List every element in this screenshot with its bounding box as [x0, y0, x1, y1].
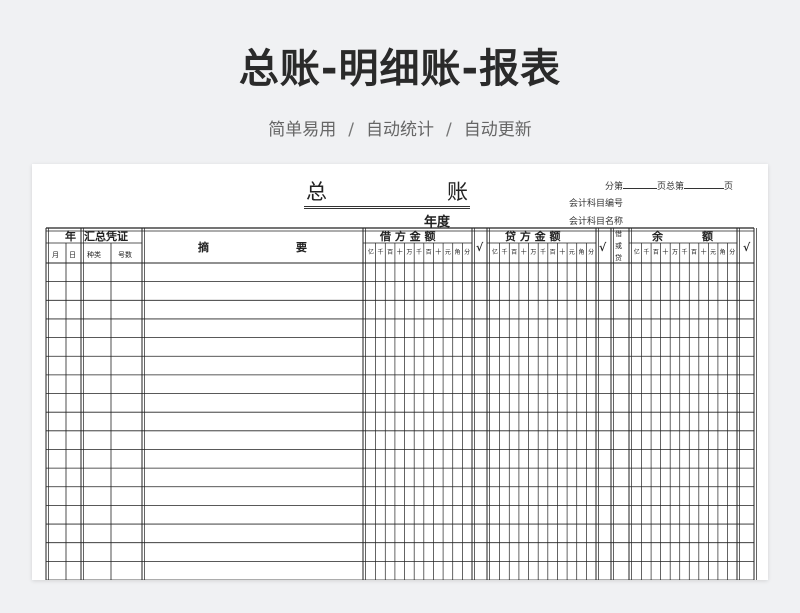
header-summary-2: 要	[296, 241, 307, 254]
unit-label: 千	[501, 249, 508, 256]
header-year: 年	[65, 230, 76, 243]
page: 总账-明细账-报表 简单易用 / 自动统计 / 自动更新 总 账 年度 分第 页总第页 会…	[0, 0, 800, 613]
unit-label: 亿	[633, 249, 640, 256]
header-balance-1: 余	[652, 230, 663, 243]
header-check-3: √	[743, 241, 751, 254]
header-credit: 贷 方 金 额	[505, 230, 561, 243]
unit-label: 分	[464, 249, 471, 256]
unit-label: 十	[396, 249, 403, 256]
unit-label: 百	[691, 249, 698, 256]
unit-label: 元	[444, 249, 451, 256]
unit-label: 元	[710, 249, 717, 256]
unit-label: 千	[681, 249, 688, 256]
header-debit: 借 方 金 额	[380, 230, 436, 243]
header-month: 月	[52, 251, 59, 259]
unit-label: 十	[559, 249, 566, 256]
unit-label: 千	[540, 249, 547, 256]
unit-label: 千	[377, 249, 384, 256]
ledger-grid	[45, 227, 757, 580]
unit-label: 亿	[491, 249, 498, 256]
unit-label: 十	[520, 249, 527, 256]
unit-label: 角	[454, 249, 461, 256]
unit-label: 分	[729, 249, 736, 256]
ledger-sheet: 总 账 年度 分第 页总第页 会计科目编号 会计科目名称 年 月 日 汇总凭证 种…	[32, 164, 768, 580]
unit-label: 万	[530, 249, 537, 256]
header-check-2: √	[599, 241, 607, 254]
subtitle-separator: /	[348, 120, 354, 140]
header-dr-cr-1: 借	[615, 230, 622, 238]
unit-label: 百	[549, 249, 556, 256]
unit-label: 十	[700, 249, 707, 256]
header-balance-2: 额	[702, 230, 713, 243]
subtitle: 简单易用 / 自动统计 / 自动更新	[0, 115, 800, 140]
unit-label: 角	[578, 249, 585, 256]
unit-label: 千	[643, 249, 650, 256]
header-day: 日	[69, 251, 76, 259]
unit-label: 万	[406, 249, 413, 256]
header-voucher-type: 种类	[87, 251, 101, 259]
unit-label: 角	[719, 249, 726, 256]
unit-label: 百	[387, 249, 394, 256]
header-voucher-number: 号数	[118, 251, 132, 259]
unit-label: 百	[652, 249, 659, 256]
unit-label: 分	[588, 249, 595, 256]
subtitle-item-easy: 简单易用	[268, 120, 337, 140]
subtitle-item-auto-update: 自动更新	[463, 120, 532, 140]
unit-label: 元	[568, 249, 575, 256]
unit-label: 万	[671, 249, 678, 256]
unit-label: 十	[435, 249, 442, 256]
header-dr-cr-3: 贷	[615, 254, 622, 262]
unit-label: 百	[425, 249, 432, 256]
header-dr-cr-2: 或	[615, 242, 622, 250]
subtitle-item-auto-stats: 自动统计	[366, 120, 434, 140]
header-check-1: √	[476, 241, 484, 254]
header-voucher: 汇总凭证	[84, 230, 128, 243]
unit-label: 百	[511, 249, 518, 256]
unit-label: 十	[662, 249, 669, 256]
page-title: 总账-明细账-报表	[238, 46, 562, 92]
unit-label: 千	[416, 249, 423, 256]
subtitle-separator: /	[446, 120, 452, 140]
header-summary-1: 摘	[198, 241, 209, 254]
unit-label: 亿	[367, 249, 374, 256]
